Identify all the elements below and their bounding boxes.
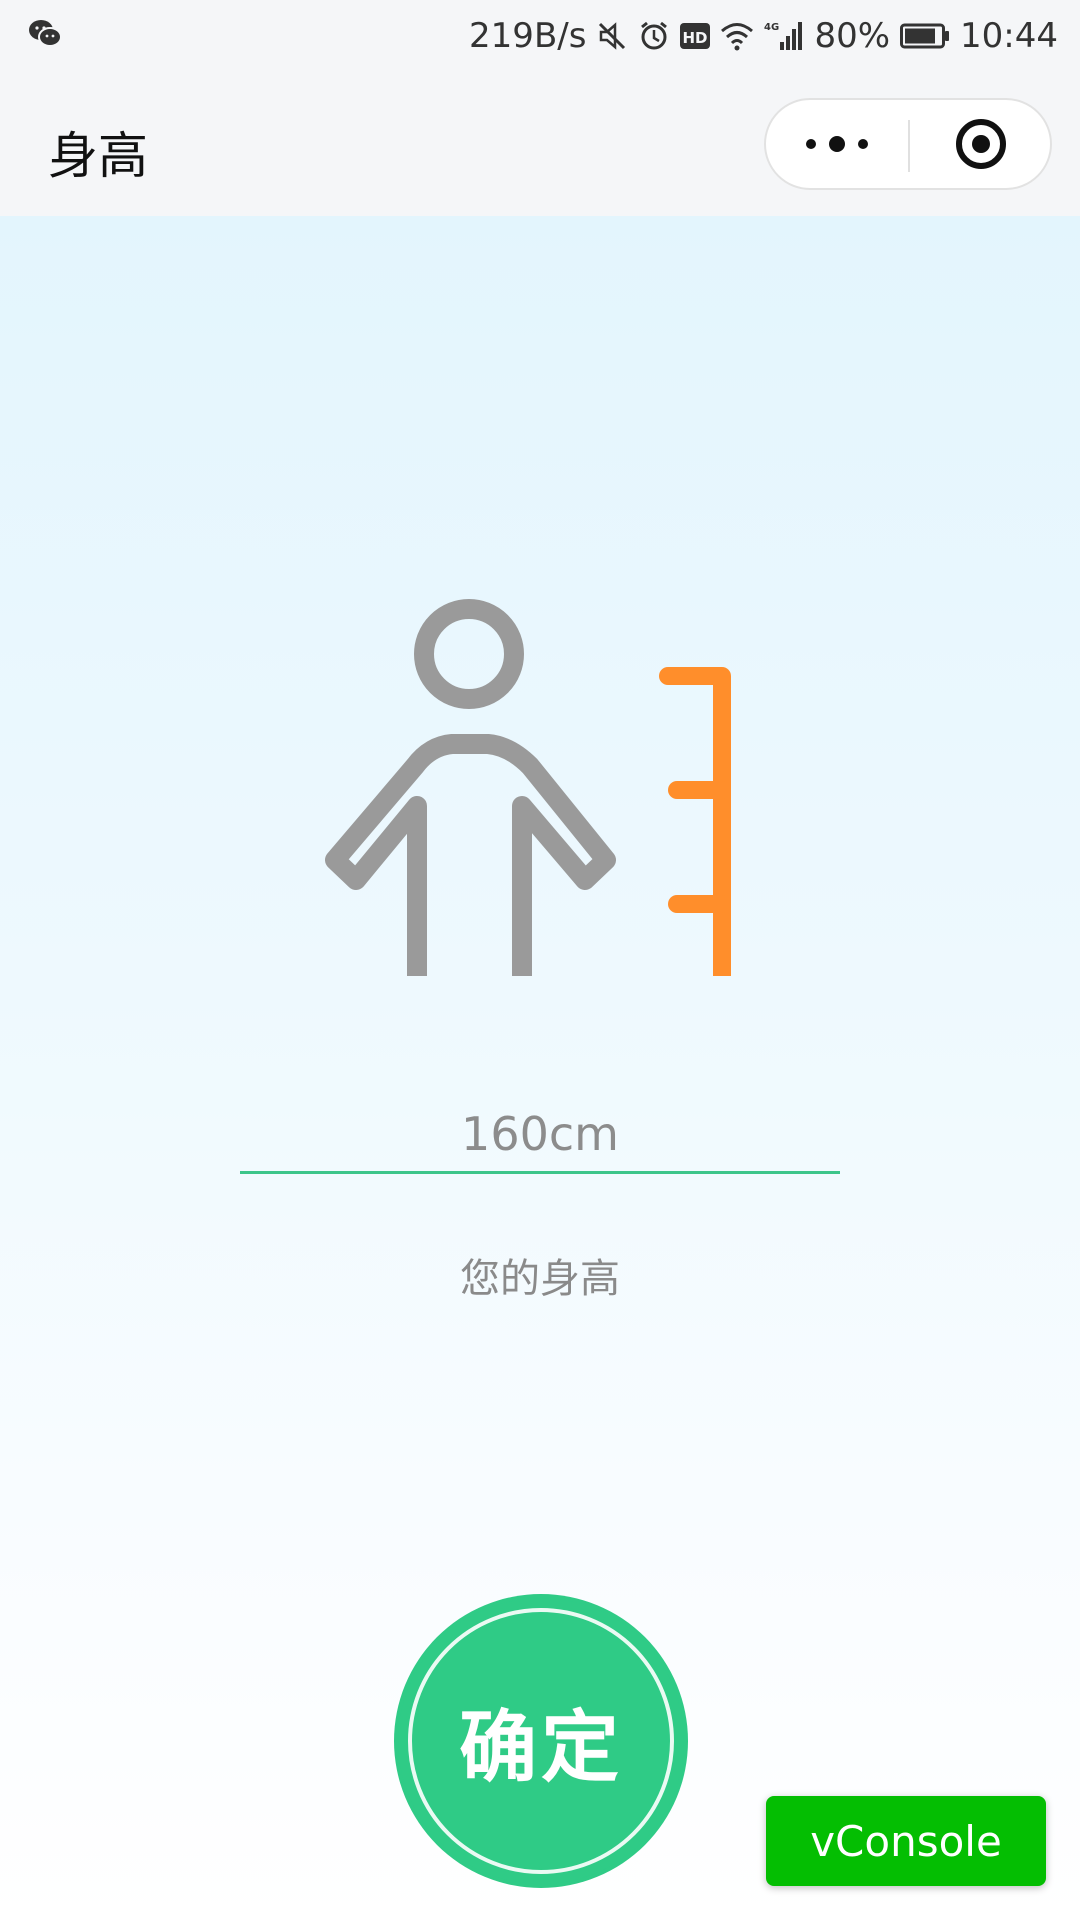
- svg-text:HD: HD: [683, 29, 708, 47]
- svg-text:4G: 4G: [764, 22, 779, 33]
- mini-program-capsule: [764, 98, 1052, 190]
- page-title: 身高: [48, 127, 148, 185]
- wifi-icon: [720, 21, 754, 51]
- wechat-icon: [28, 18, 62, 52]
- vconsole-button[interactable]: vConsole: [766, 1796, 1046, 1886]
- more-icon: [806, 136, 868, 152]
- confirm-button[interactable]: 确定: [398, 1598, 684, 1884]
- close-target-icon: [956, 119, 1006, 169]
- main-content: 您的身高 确定: [0, 216, 1080, 1920]
- status-bar: 219B/s HD 4G 80% 10:44: [0, 0, 1080, 74]
- network-speed: 219B/s: [469, 16, 587, 56]
- height-ruler-icon: [659, 667, 731, 1155]
- height-caption: 您的身高: [460, 1256, 620, 1302]
- more-button[interactable]: [766, 100, 908, 188]
- height-illustration: [300, 476, 780, 1211]
- battery-percent: 80%: [814, 16, 891, 56]
- mute-icon: [596, 20, 628, 52]
- nav-bar: 身高: [0, 74, 1080, 216]
- height-input[interactable]: [240, 1096, 840, 1174]
- close-button[interactable]: [910, 100, 1052, 188]
- clock: 10:44: [960, 16, 1058, 56]
- confirm-button-label: 确定: [458, 1703, 623, 1793]
- battery-icon: [900, 22, 950, 50]
- signal-icon: 4G: [764, 20, 804, 52]
- alarm-icon: [638, 20, 670, 52]
- person-icon: [325, 599, 616, 1211]
- hd-icon: HD: [680, 21, 711, 51]
